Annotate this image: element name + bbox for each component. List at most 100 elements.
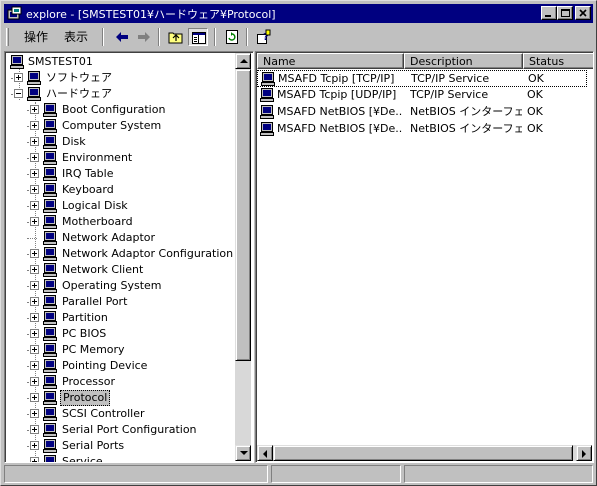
tree-item-computer-system[interactable]: Computer System xyxy=(6,118,234,134)
expand-button[interactable] xyxy=(30,201,39,210)
tree-item-pointing-device[interactable]: Pointing Device xyxy=(6,358,234,374)
list-horizontal-scrollbar[interactable] xyxy=(257,445,592,461)
tree-vertical-scrollbar[interactable] xyxy=(235,53,251,461)
expand-button[interactable] xyxy=(30,121,39,130)
tree-item-keyboard[interactable]: Keyboard xyxy=(6,182,234,198)
computer-icon xyxy=(43,231,57,245)
expand-button[interactable] xyxy=(30,441,39,450)
scroll-left-button[interactable] xyxy=(257,445,273,461)
tree-item-disk[interactable]: Disk xyxy=(6,134,234,150)
tree-item-service[interactable]: Service xyxy=(6,454,234,462)
expand-button[interactable] xyxy=(30,169,39,178)
collapse-button[interactable] xyxy=(14,89,23,98)
list-view[interactable]: Name Description Status MSAFD Tcpip [TCP… xyxy=(256,52,593,462)
expand-button[interactable] xyxy=(30,393,39,402)
tree-item-hardware[interactable]: ハードウェア xyxy=(6,86,234,102)
scroll-thumb[interactable] xyxy=(235,69,251,361)
expand-button[interactable] xyxy=(30,297,39,306)
tree-item-protocol[interactable]: Protocol xyxy=(6,390,234,406)
tree-item-irq-table[interactable]: IRQ Table xyxy=(6,166,234,182)
tree-item-root[interactable]: SMSTEST01 xyxy=(6,54,234,70)
tree-item-network-adaptor-configuration[interactable]: Network Adaptor Configuration xyxy=(6,246,234,262)
menu-operation[interactable]: 操作 xyxy=(20,29,52,45)
tree-item-label: Serial Port Configuration xyxy=(62,423,197,436)
column-header-description[interactable]: Description xyxy=(404,53,523,69)
expand-button[interactable] xyxy=(30,249,39,258)
toolbar-grip[interactable] xyxy=(6,28,9,46)
title-bar[interactable]: explore - [SMSTEST01¥ハードウェア¥Protocol] xyxy=(4,4,593,23)
expand-button[interactable] xyxy=(30,329,39,338)
forward-button[interactable] xyxy=(134,28,154,46)
help-button[interactable]: ? xyxy=(254,28,274,46)
expand-button[interactable] xyxy=(30,361,39,370)
scroll-down-button[interactable] xyxy=(235,445,251,461)
tree-item-motherboard[interactable]: Motherboard xyxy=(6,214,234,230)
computer-icon xyxy=(44,455,56,462)
scroll-thumb[interactable] xyxy=(273,445,573,461)
expand-button[interactable] xyxy=(30,137,39,146)
expand-button[interactable] xyxy=(30,345,39,354)
tree-item-software[interactable]: ソフトウェア xyxy=(6,70,234,86)
tree-item-label: Keyboard xyxy=(62,183,114,196)
tree-item-label: Pointing Device xyxy=(62,359,148,372)
maximize-button[interactable] xyxy=(557,6,573,20)
expand-button[interactable] xyxy=(30,265,39,274)
tree-item-label: PC Memory xyxy=(62,343,125,356)
minimize-button[interactable] xyxy=(541,6,557,20)
list-row[interactable]: MSAFD Tcpip [UDP/IP] TCP/IP Service OK xyxy=(257,87,592,104)
tree-item-environment[interactable]: Environment xyxy=(6,150,234,166)
tree-item-serial-port-configuration[interactable]: Serial Port Configuration xyxy=(6,422,234,438)
back-arrow-icon xyxy=(116,32,128,42)
computer-icon xyxy=(43,439,57,453)
forward-arrow-icon xyxy=(138,32,150,42)
expand-button[interactable] xyxy=(30,185,39,194)
cell-description: NetBIOS インターフェイス xyxy=(410,105,522,118)
list-row[interactable]: MSAFD NetBIOS [¥De... NetBIOS インターフェイス OK xyxy=(257,121,592,138)
expand-button[interactable] xyxy=(30,409,39,418)
arrow-left-icon xyxy=(263,450,267,458)
tree-item-pc-bios[interactable]: PC BIOS xyxy=(6,326,234,342)
tree-item-processor[interactable]: Processor xyxy=(6,374,234,390)
expand-button[interactable] xyxy=(14,73,23,82)
tree-item-pc-memory[interactable]: PC Memory xyxy=(6,342,234,358)
expand-button[interactable] xyxy=(30,377,39,386)
column-header-name[interactable]: Name xyxy=(257,53,404,69)
computer-icon xyxy=(261,72,275,86)
tree-item-network-adaptor[interactable]: Network Adaptor xyxy=(6,230,234,246)
tree-item-label: Service xyxy=(62,455,103,462)
expand-button[interactable] xyxy=(30,281,39,290)
expand-button[interactable] xyxy=(30,457,39,462)
close-button[interactable] xyxy=(575,6,591,20)
menu-view[interactable]: 表示 xyxy=(60,29,92,45)
refresh-button[interactable] xyxy=(222,28,242,46)
show-tree-button[interactable] xyxy=(188,28,208,46)
computer-icon xyxy=(43,183,57,197)
tree-item-partition[interactable]: Partition xyxy=(6,310,234,326)
tree-view[interactable]: SMSTEST01 ソフトウェア ハードウェア Boot Configuration C… xyxy=(5,52,253,462)
tree-item-logical-disk[interactable]: Logical Disk xyxy=(6,198,234,214)
scroll-up-button[interactable] xyxy=(235,53,251,69)
tree-item-boot-configuration[interactable]: Boot Configuration xyxy=(6,102,234,118)
expand-button[interactable] xyxy=(30,153,39,162)
list-row[interactable]: MSAFD NetBIOS [¥De... NetBIOS インターフェイス OK xyxy=(257,104,592,121)
expand-button[interactable] xyxy=(30,313,39,322)
tree-item-scsi-controller[interactable]: SCSI Controller xyxy=(6,406,234,422)
expand-button[interactable] xyxy=(30,105,39,114)
computer-icon xyxy=(43,327,57,341)
tree-item-serial-ports[interactable]: Serial Ports xyxy=(6,438,234,454)
tree-item-operating-system[interactable]: Operating System xyxy=(6,278,234,294)
up-one-level-button[interactable] xyxy=(166,28,186,46)
tree-item-label: PC BIOS xyxy=(62,327,107,340)
tree-item-label: Network Adaptor xyxy=(62,231,156,244)
tree-item-network-client[interactable]: Network Client xyxy=(6,262,234,278)
cell-name: MSAFD Tcpip [TCP/IP] xyxy=(278,72,395,85)
scroll-right-button[interactable] xyxy=(576,445,592,461)
list-row[interactable]: MSAFD Tcpip [TCP/IP] TCP/IP Service OK xyxy=(257,70,587,87)
toolbar-separator xyxy=(246,28,248,46)
tree-item-label: Partition xyxy=(62,311,108,324)
expand-button[interactable] xyxy=(30,217,39,226)
tree-item-parallel-port[interactable]: Parallel Port xyxy=(6,294,234,310)
back-button[interactable] xyxy=(112,28,132,46)
expand-button[interactable] xyxy=(30,425,39,434)
column-header-status[interactable]: Status xyxy=(523,53,593,69)
